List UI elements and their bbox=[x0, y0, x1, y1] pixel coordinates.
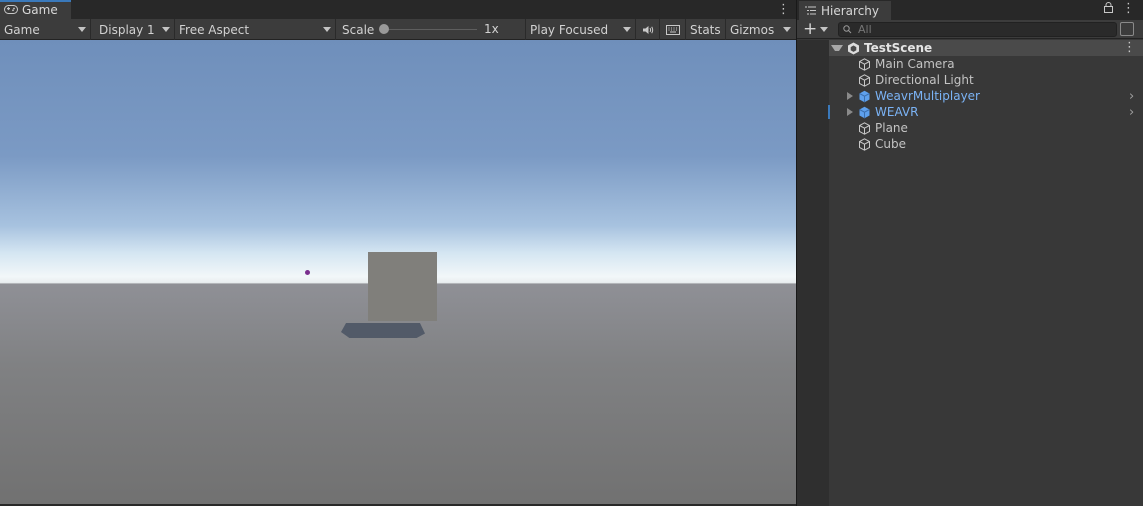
item-label: Cube bbox=[875, 137, 906, 151]
lock-icon[interactable] bbox=[1104, 2, 1113, 16]
prefab-cube-icon bbox=[858, 106, 871, 119]
tab-hierarchy-label: Hierarchy bbox=[821, 3, 880, 18]
tab-hierarchy[interactable]: Hierarchy bbox=[799, 1, 891, 20]
chevron-down-icon bbox=[623, 27, 631, 32]
item-label: Plane bbox=[875, 121, 908, 135]
tab-game[interactable]: Game bbox=[0, 0, 71, 19]
hierarchy-search bbox=[838, 22, 1117, 37]
mute-audio-button[interactable] bbox=[636, 19, 660, 40]
chevron-right-icon[interactable]: › bbox=[1129, 89, 1134, 104]
hierarchy-item-weavr[interactable]: WEAVR › bbox=[828, 104, 1143, 120]
scale-slider-track[interactable] bbox=[381, 29, 477, 30]
hierarchy-panel: Hierarchy ⋮ + TestScene ⋮ bbox=[797, 0, 1143, 506]
chevron-right-icon[interactable]: › bbox=[1129, 105, 1134, 120]
tab-game-label: Game bbox=[22, 2, 58, 17]
chevron-down-icon bbox=[820, 27, 829, 32]
scale-slider-handle[interactable] bbox=[379, 24, 389, 34]
item-label: Main Camera bbox=[875, 57, 955, 71]
gizmos-dropdown[interactable]: Gizmos bbox=[726, 19, 796, 40]
play-mode-dropdown[interactable]: Play Focused bbox=[526, 19, 636, 40]
game-toolbar: Game Display 1 Free Aspect Scale 1x Play… bbox=[0, 19, 796, 40]
selection-indicator bbox=[828, 105, 830, 119]
view-mode-dropdown[interactable]: Game bbox=[0, 19, 91, 40]
keyboard-icon bbox=[665, 24, 680, 35]
speaker-icon bbox=[642, 25, 654, 35]
shortcuts-button[interactable] bbox=[660, 19, 686, 40]
scale-control: Scale 1x bbox=[338, 19, 526, 40]
scale-label: Scale bbox=[342, 22, 375, 37]
scene-row[interactable]: TestScene ⋮ bbox=[829, 40, 1143, 56]
game-more-options-icon[interactable]: ⋮ bbox=[777, 0, 790, 19]
chevron-down-icon bbox=[78, 27, 86, 32]
create-button[interactable]: + bbox=[803, 21, 831, 38]
scale-value: 1x bbox=[484, 22, 499, 36]
list-tree-icon bbox=[805, 6, 816, 15]
marker-dot bbox=[305, 270, 310, 275]
gameobject-cube-icon bbox=[858, 121, 871, 135]
hierarchy-item-plane[interactable]: Plane bbox=[829, 120, 1143, 136]
display-label: Display 1 bbox=[99, 22, 155, 37]
expand-arrow-icon[interactable] bbox=[847, 108, 853, 116]
active-tab-indicator bbox=[0, 0, 71, 2]
stats-label: Stats bbox=[690, 22, 721, 37]
gamepad-icon bbox=[4, 5, 18, 14]
search-input[interactable] bbox=[858, 23, 1098, 36]
gizmos-label: Gizmos bbox=[730, 22, 775, 37]
expand-arrow-icon[interactable] bbox=[831, 45, 843, 51]
item-label: WeavrMultiplayer bbox=[875, 89, 980, 103]
game-viewport[interactable] bbox=[0, 40, 796, 504]
gameobject-cube-icon bbox=[858, 137, 871, 151]
item-label: Directional Light bbox=[875, 73, 974, 87]
search-by-type-icon[interactable] bbox=[1120, 22, 1134, 36]
cube-object bbox=[368, 252, 437, 321]
display-dropdown[interactable]: Display 1 bbox=[95, 19, 175, 40]
play-mode-label: Play Focused bbox=[530, 22, 609, 37]
expand-arrow-icon[interactable] bbox=[847, 92, 853, 100]
hierarchy-toolbar: + bbox=[797, 20, 1143, 39]
scene-more-options-icon[interactable]: ⋮ bbox=[1123, 38, 1136, 57]
gameobject-cube-icon bbox=[858, 57, 871, 71]
hierarchy-more-options-icon[interactable]: ⋮ bbox=[1122, 0, 1135, 18]
search-icon bbox=[843, 25, 853, 34]
plus-icon: + bbox=[803, 19, 818, 39]
game-tab-bar: Game ⋮ bbox=[0, 0, 796, 19]
scene-name: TestScene bbox=[864, 41, 933, 55]
view-mode-label: Game bbox=[4, 22, 40, 37]
hierarchy-gutter bbox=[797, 40, 829, 506]
stats-button[interactable]: Stats bbox=[686, 19, 726, 40]
unity-scene-icon bbox=[847, 42, 860, 55]
aspect-label: Free Aspect bbox=[179, 22, 250, 37]
game-view-panel: Game ⋮ Game Display 1 Free Aspect Scale … bbox=[0, 0, 796, 506]
hierarchy-item-weavrmultiplayer[interactable]: WeavrMultiplayer › bbox=[829, 88, 1143, 104]
aspect-dropdown[interactable]: Free Aspect bbox=[175, 19, 336, 40]
hierarchy-item-cube[interactable]: Cube bbox=[829, 136, 1143, 152]
item-label: WEAVR bbox=[875, 105, 919, 119]
chevron-down-icon bbox=[323, 27, 331, 32]
prefab-cube-icon bbox=[858, 90, 871, 103]
chevron-down-icon bbox=[783, 27, 791, 32]
cube-shadow bbox=[341, 323, 425, 338]
gameobject-cube-icon bbox=[858, 73, 871, 87]
hierarchy-item-directional-light[interactable]: Directional Light bbox=[829, 72, 1143, 88]
hierarchy-item-main-camera[interactable]: Main Camera bbox=[829, 56, 1143, 72]
chevron-down-icon bbox=[162, 27, 170, 32]
hierarchy-tab-bar: Hierarchy ⋮ bbox=[797, 0, 1143, 20]
